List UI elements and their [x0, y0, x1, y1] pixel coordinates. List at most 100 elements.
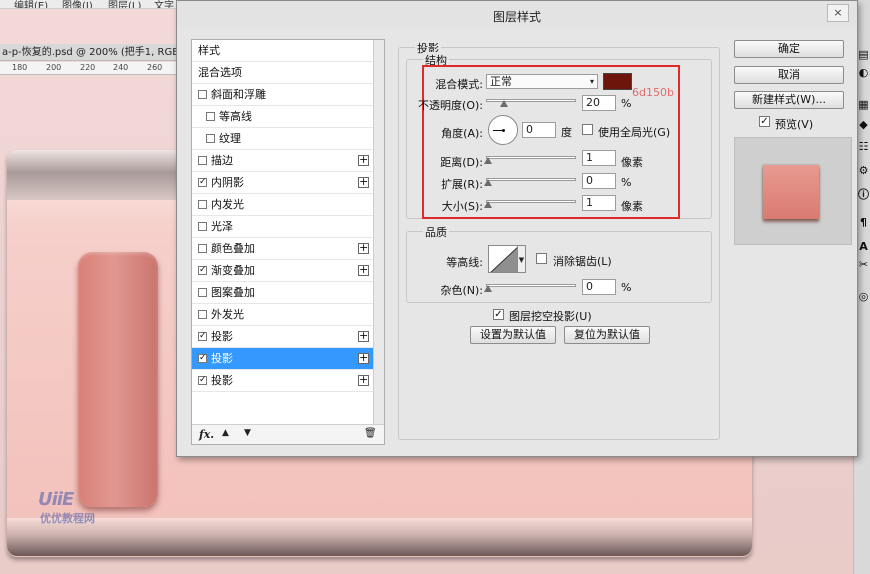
artwork-handle [78, 252, 158, 507]
style-list-item[interactable]: 样式 [192, 40, 373, 62]
antialias-checkbox[interactable] [536, 253, 547, 264]
style-item-label: 描边 [211, 154, 233, 167]
style-list-item[interactable]: 等高线 [192, 106, 373, 128]
noise-input[interactable]: 0 [582, 279, 616, 295]
style-checkbox[interactable]: ✓ [198, 178, 207, 187]
move-up-icon[interactable]: ▲ [222, 428, 229, 438]
menu-layer[interactable]: 图层(L) [108, 0, 141, 8]
add-style-icon[interactable]: + [358, 154, 369, 166]
layers-icon[interactable]: ◆ [857, 118, 870, 132]
style-list-item[interactable]: 纹理 [192, 128, 373, 150]
make-default-button[interactable]: 设置为默认值 [470, 326, 556, 344]
add-style-icon[interactable]: + [358, 242, 369, 254]
style-list-item[interactable]: 外发光 [192, 304, 373, 326]
menu-type[interactable]: 文字 [154, 0, 174, 8]
paragraph-icon[interactable]: ¶ [857, 216, 870, 230]
cancel-button[interactable]: 取消 [734, 66, 844, 84]
contour-preview[interactable] [488, 245, 518, 273]
size-slider[interactable] [486, 200, 576, 203]
style-list-item[interactable]: ✓ 投影 + [192, 348, 373, 370]
reset-default-button[interactable]: 复位为默认值 [564, 326, 650, 344]
chevron-down-icon: ▾ [589, 77, 594, 86]
style-checkbox[interactable] [198, 156, 207, 165]
fx-icon[interactable]: fx. [199, 428, 214, 441]
history-icon[interactable]: ▤ [857, 48, 870, 62]
document-tab[interactable]: a-p-恢复的.psd @ 200% (把手1, RGB/ [0, 44, 180, 61]
global-light-checkbox[interactable] [582, 124, 593, 135]
style-list-item[interactable]: 混合选项 [192, 62, 373, 84]
noise-slider-thumb[interactable] [484, 285, 492, 292]
opacity-input[interactable]: 20 [582, 95, 616, 111]
blend-mode-select[interactable]: 正常 ▾ [486, 74, 598, 89]
close-button[interactable]: × [827, 4, 849, 22]
add-style-icon[interactable]: + [358, 374, 369, 386]
add-style-icon[interactable]: + [358, 264, 369, 276]
ruler-tick: 200 [46, 63, 62, 72]
style-checkbox[interactable] [198, 310, 207, 319]
style-list-item[interactable]: ✓ 渐变叠加 + [192, 260, 373, 282]
spread-input[interactable]: 0 [582, 173, 616, 189]
add-style-icon[interactable]: + [358, 352, 369, 364]
preview-checkbox[interactable]: ✓ [759, 116, 770, 127]
size-slider-thumb[interactable] [484, 201, 492, 208]
style-list-item[interactable]: 描边 + [192, 150, 373, 172]
style-list-item[interactable]: 图案叠加 [192, 282, 373, 304]
style-checkbox[interactable] [198, 222, 207, 231]
style-checkbox[interactable]: ✓ [198, 332, 207, 341]
adjust-icon[interactable]: ◐ [857, 66, 870, 80]
distance-input[interactable]: 1 [582, 150, 616, 166]
knockout-checkbox[interactable]: ✓ [493, 309, 504, 320]
style-list-item[interactable]: ✓ 投影 + [192, 370, 373, 392]
distance-slider[interactable] [486, 156, 576, 159]
spread-slider[interactable] [486, 178, 576, 181]
style-checkbox[interactable] [206, 112, 215, 121]
move-down-icon[interactable]: ▼ [244, 428, 251, 438]
contour-dropdown[interactable]: ▼ [518, 245, 526, 273]
style-checkbox[interactable] [198, 288, 207, 297]
tool-preset-icon[interactable]: ✂ [857, 258, 870, 272]
style-checkbox[interactable]: ✓ [198, 354, 207, 363]
chevron-down-icon: ▼ [518, 256, 525, 264]
global-light-label: 使用全局光(G) [598, 126, 671, 139]
style-item-label: 内阴影 [211, 176, 244, 189]
style-checkbox[interactable] [198, 90, 207, 99]
add-style-icon[interactable]: + [358, 176, 369, 188]
distance-slider-thumb[interactable] [484, 157, 492, 164]
style-list-footer: fx. ▲ ▼ 🗑 [192, 424, 384, 444]
paths-icon[interactable]: ☷ [857, 140, 870, 154]
new-style-button[interactable]: 新建样式(W)... [734, 91, 844, 109]
distance-label: 距离(D): [440, 156, 483, 169]
channels-icon[interactable]: ⚙ [857, 164, 870, 178]
style-list-item[interactable]: 颜色叠加 + [192, 238, 373, 260]
style-checkbox[interactable] [206, 134, 215, 143]
style-list-item[interactable]: ✓ 内阴影 + [192, 172, 373, 194]
style-list-item[interactable]: 光泽 [192, 216, 373, 238]
style-checkbox[interactable] [198, 244, 207, 253]
style-list-item[interactable]: ✓ 投影 + [192, 326, 373, 348]
angle-input[interactable]: 0 [522, 122, 556, 138]
style-list-item[interactable]: 内发光 [192, 194, 373, 216]
menu-edit[interactable]: 编辑(E) [14, 0, 48, 8]
ruler-tick: 220 [80, 63, 96, 72]
menu-image[interactable]: 图像(I) [62, 0, 93, 8]
clone-source-icon[interactable]: ◎ [857, 290, 870, 304]
trash-icon[interactable]: 🗑 [364, 428, 377, 439]
shadow-color-swatch[interactable] [603, 73, 632, 90]
size-input[interactable]: 1 [582, 195, 616, 211]
style-list-item[interactable]: 斜面和浮雕 [192, 84, 373, 106]
add-style-icon[interactable]: + [358, 330, 369, 342]
swatches-icon[interactable]: ▦ [857, 98, 870, 112]
ok-button[interactable]: 确定 [734, 40, 844, 58]
style-checkbox[interactable]: ✓ [198, 266, 207, 275]
style-list-scrollbar[interactable] [373, 40, 384, 425]
style-checkbox[interactable] [198, 200, 207, 209]
spread-slider-thumb[interactable] [484, 179, 492, 186]
opacity-slider-thumb[interactable] [500, 100, 508, 107]
style-checkbox[interactable]: ✓ [198, 376, 207, 385]
character-icon[interactable]: A [857, 240, 870, 254]
angle-dial[interactable] [488, 115, 518, 145]
noise-slider[interactable] [486, 284, 576, 287]
watermark-logo: UiiE [38, 489, 74, 510]
dialog-titlebar[interactable]: 图层样式 × [177, 1, 857, 29]
info-icon[interactable]: ⓘ [857, 188, 870, 202]
